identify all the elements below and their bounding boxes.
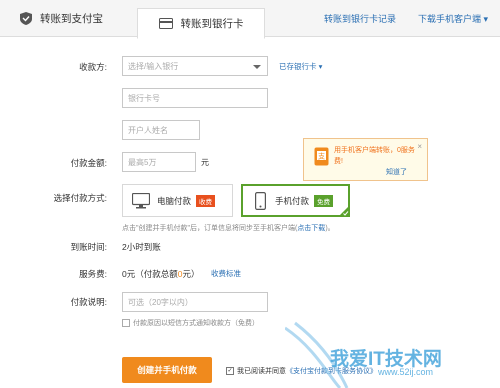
pc-payment-label: 电脑付款 xyxy=(157,195,192,206)
saved-cards-link[interactable]: 已存银行卡 ▾ xyxy=(279,61,322,72)
mobile-phone-icon xyxy=(255,191,266,210)
account-name-placeholder: 开户人姓名 xyxy=(128,125,168,135)
free-badge: 免费 xyxy=(314,194,334,207)
amount-placeholder: 最高5万 xyxy=(128,157,157,167)
selected-check-icon xyxy=(339,206,349,216)
mobile-transfer-tip: × 支 用手机客户端转账，0服务费! 知道了 xyxy=(303,138,428,181)
card-number-field[interactable]: 银行卡号 xyxy=(122,88,268,108)
amount-label: 付款金额: xyxy=(70,158,107,168)
agree-text: 我已阅读并同意 xyxy=(237,368,286,375)
amount-unit: 元 xyxy=(201,158,209,167)
arrival-time-value: 2小时到账 xyxy=(122,242,161,252)
tip-ok-link[interactable]: 知道了 xyxy=(386,167,407,177)
bank-transfer-records-link[interactable]: 转账到银行卡记录 xyxy=(324,0,396,36)
chevron-down-icon xyxy=(253,65,261,69)
tab-transfer-to-alipay[interactable]: 转账到支付宝 xyxy=(20,0,103,36)
watermark-url: www.52ij.com xyxy=(378,367,434,377)
payment-note-field[interactable]: 可选（20字以内） xyxy=(122,292,268,312)
sms-notify-text: 付款原因以短信方式通知收款方（免费） xyxy=(133,320,259,327)
phone-app-icon: 支 xyxy=(314,147,329,166)
card-number-placeholder: 银行卡号 xyxy=(128,93,160,103)
pc-payment-option[interactable]: 电脑付款 收费 xyxy=(122,184,233,217)
tab-alipay-label: 转账到支付宝 xyxy=(40,12,103,25)
fee-value-text: 0元（付款总额 xyxy=(122,269,178,279)
svg-text:支: 支 xyxy=(318,152,325,161)
sms-notify-checkbox[interactable] xyxy=(122,319,130,327)
fee-value-end: 元） xyxy=(182,269,200,279)
bank-select-placeholder: 选择/输入银行 xyxy=(128,61,179,71)
tip-text: 用手机客户端转账，0服务费! xyxy=(334,147,415,165)
amount-field[interactable]: 最高5万 xyxy=(122,152,196,172)
hint-text-end: )。 xyxy=(325,225,335,232)
mobile-payment-option[interactable]: 手机付款 免费 xyxy=(241,184,350,217)
sms-notify-option[interactable]: 付款原因以短信方式通知收款方（免费） xyxy=(122,318,259,328)
alipay-shield-icon xyxy=(20,11,32,25)
download-mobile-client-link[interactable]: 下载手机客户端 ▾ xyxy=(418,0,488,36)
service-fee-value: 0元（付款总额0元） xyxy=(122,268,199,280)
payment-method-hint: 点击"创建并手机付款"后，订单信息将同步至手机客户端(点击下载)。 xyxy=(122,223,335,233)
arrival-time-label: 到账时间: xyxy=(70,242,107,252)
payee-label: 收款方: xyxy=(79,62,107,72)
tab-bank-label: 转账到银行卡 xyxy=(180,18,244,30)
payment-method-label: 选择付款方式: xyxy=(53,193,107,203)
tab-transfer-to-bank[interactable]: 转账到银行卡 xyxy=(137,8,265,39)
account-name-field[interactable]: 开户人姓名 xyxy=(122,120,200,140)
agree-checkbox[interactable]: ✓ xyxy=(226,367,234,375)
fee-standard-link[interactable]: 收费标准 xyxy=(211,268,241,279)
service-fee-label: 服务费: xyxy=(79,269,107,279)
payment-note-label: 付款说明: xyxy=(70,297,107,307)
create-and-mobile-pay-button[interactable]: 创建并手机付款 xyxy=(122,357,212,383)
monitor-icon xyxy=(132,192,150,209)
hint-download-link[interactable]: 点击下载 xyxy=(297,225,325,232)
mobile-payment-label: 手机付款 xyxy=(275,195,310,206)
bank-select[interactable]: 选择/输入银行 xyxy=(122,56,268,76)
fee-badge: 收费 xyxy=(196,194,216,207)
bank-card-icon xyxy=(158,18,173,29)
hint-text: 点击"创建并手机付款"后，订单信息将同步至手机客户端( xyxy=(122,225,298,232)
payment-note-placeholder: 可选（20字以内） xyxy=(128,297,193,307)
